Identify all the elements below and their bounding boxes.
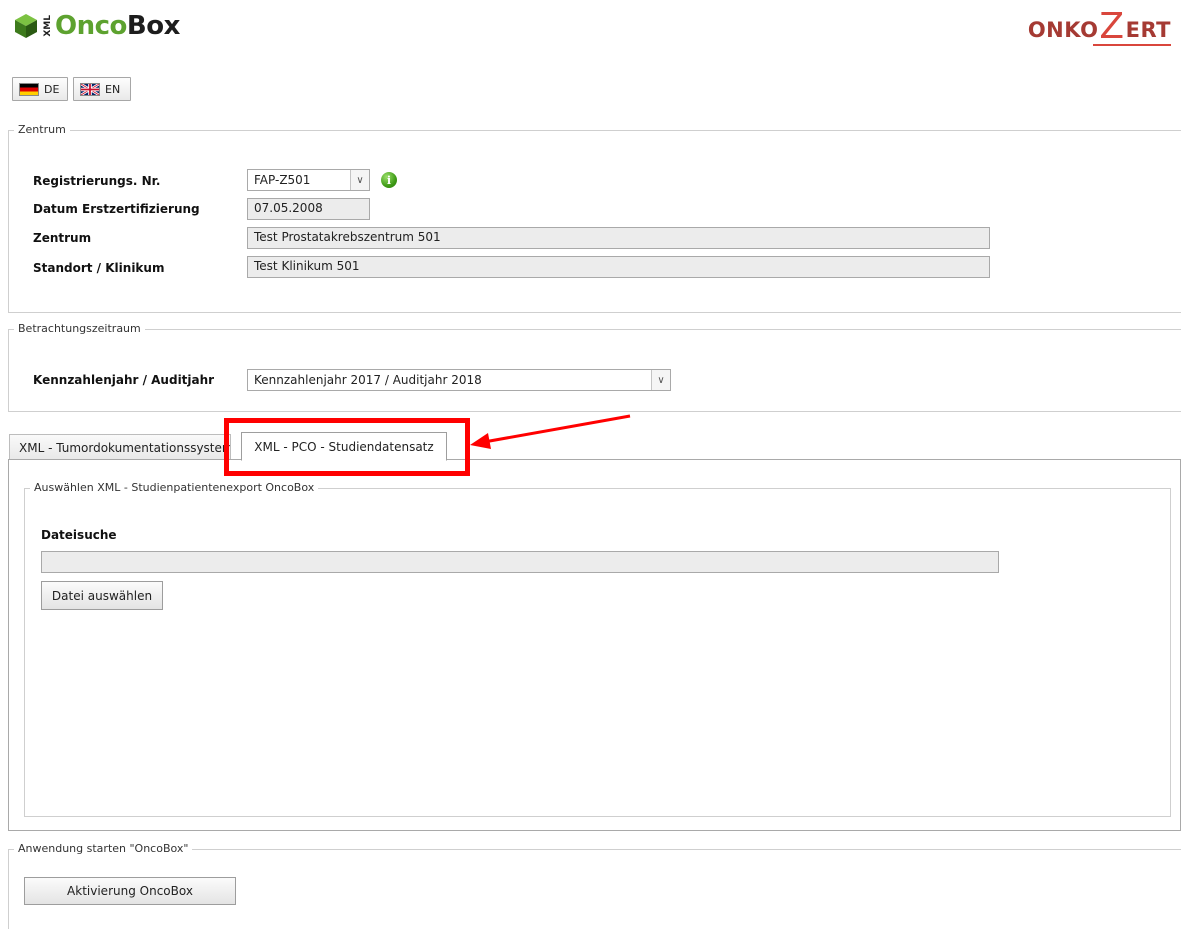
auswahl-legend: Auswählen XML - Studienpatientenexport O…: [30, 481, 319, 494]
language-de-label: DE: [44, 82, 60, 96]
file-path-field[interactable]: [41, 551, 999, 573]
arrow-annotation-icon: [470, 414, 631, 449]
oncobox-logo: XML OncoBox: [13, 9, 180, 43]
betrachtung-legend: Betrachtungszeitraum: [14, 322, 145, 335]
language-en-label: EN: [105, 82, 121, 96]
registrierung-select[interactable]: FAP-Z501 ∨: [247, 169, 370, 191]
choose-file-button[interactable]: Datei auswählen: [41, 581, 163, 610]
standort-field: Test Klinikum 501: [247, 256, 990, 278]
german-flag-icon: [19, 82, 39, 96]
registrierung-label: Registrierungs. Nr.: [33, 174, 161, 188]
onkozert-underline: [1093, 44, 1171, 46]
zentrum-field: Test Prostatakrebszentrum 501: [247, 227, 990, 249]
activate-oncobox-button[interactable]: Aktivierung OncoBox: [24, 877, 236, 905]
launch-legend: Anwendung starten "OncoBox": [14, 842, 193, 855]
tab-tumordokumentation-label: XML - Tumordokumentationssystem: [19, 440, 231, 455]
registrierung-value: FAP-Z501: [254, 173, 311, 187]
cube-icon: [15, 14, 37, 38]
tab-tumordokumentation[interactable]: XML - Tumordokumentationssystem: [9, 434, 231, 460]
kennzahl-label: Kennzahlenjahr / Auditjahr: [33, 373, 215, 387]
chevron-down-icon: ∨: [651, 370, 670, 390]
onkozert-z: Z: [1099, 6, 1125, 47]
zentrum-group: Zentrum: [8, 123, 1181, 313]
highlight-box: [224, 418, 470, 476]
standort-label: Standort / Klinikum: [33, 261, 165, 275]
chevron-down-icon: ∨: [350, 170, 369, 190]
uk-flag-icon: [80, 82, 100, 96]
datum-field: 07.05.2008: [247, 198, 370, 220]
datum-label: Datum Erstzertifizierung: [33, 202, 200, 216]
zentrum-legend: Zentrum: [14, 123, 70, 136]
language-de-button[interactable]: DE: [12, 77, 68, 101]
zentrum-label: Zentrum: [33, 231, 92, 245]
dateisuche-label: Dateisuche: [41, 528, 117, 542]
logo-xml-text: XML: [43, 15, 53, 37]
kennzahl-value: Kennzahlenjahr 2017 / Auditjahr 2018: [254, 373, 482, 387]
kennzahl-select[interactable]: Kennzahlenjahr 2017 / Auditjahr 2018 ∨: [247, 369, 671, 391]
info-icon[interactable]: i: [381, 172, 397, 188]
auswahl-group: Auswählen XML - Studienpatientenexport O…: [24, 481, 1171, 817]
onkozert-onko: ONKO: [1027, 18, 1099, 42]
language-en-button[interactable]: EN: [73, 77, 131, 101]
onkozert-logo: ONKO Z ERT: [1027, 6, 1171, 47]
logo-brand-text: OncoBox: [55, 11, 180, 41]
onkozert-ert: ERT: [1125, 18, 1171, 42]
